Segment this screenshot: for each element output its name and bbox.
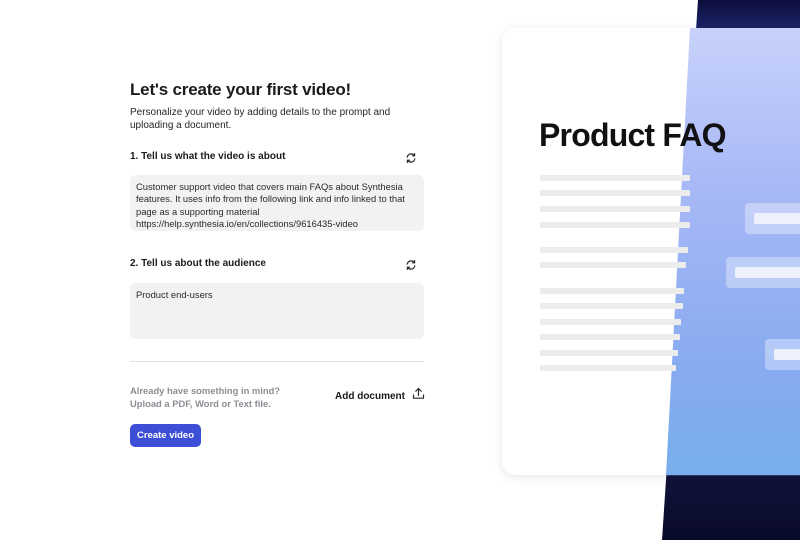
create-video-button[interactable]: Create video [130,424,201,447]
preview-text-line [540,350,678,356]
upload-hint-text: Already have something in mind? Upload a… [130,385,281,409]
preview-text-line [540,365,676,371]
preview-text-line [540,288,684,294]
upload-icon [412,387,425,405]
add-document-label: Add document [335,390,405,402]
page-title: Let's create your first video! [130,80,352,99]
page-subtitle: Personalize your video by adding details… [130,107,391,131]
refresh-audience-icon[interactable] [404,258,418,272]
video-topic-textarea[interactable]: Customer support video that covers main … [130,175,424,231]
preview-text-line [540,262,686,268]
section-divider [130,361,424,362]
preview-text-line [540,334,680,340]
preview-text-line [540,175,690,181]
preview-text-line [540,319,681,325]
preview-text-line [540,303,683,309]
about-section-label: 1. Tell us what the video is about [130,151,286,162]
preview-text-line [540,222,690,228]
preview-text-line [540,247,688,253]
preview-text-line [540,190,690,196]
preview-floating-pill [765,339,800,370]
add-document-button[interactable]: Add document [335,387,425,405]
audience-section-label: 2. Tell us about the audience [130,258,266,269]
preview-text-line [540,206,690,212]
preview-floating-pill [726,257,800,288]
refresh-about-icon[interactable] [404,151,418,165]
audience-textarea[interactable]: Product end-users [130,283,424,339]
preview-document-heading: Product FAQ [539,117,727,153]
preview-floating-pill [745,203,800,234]
